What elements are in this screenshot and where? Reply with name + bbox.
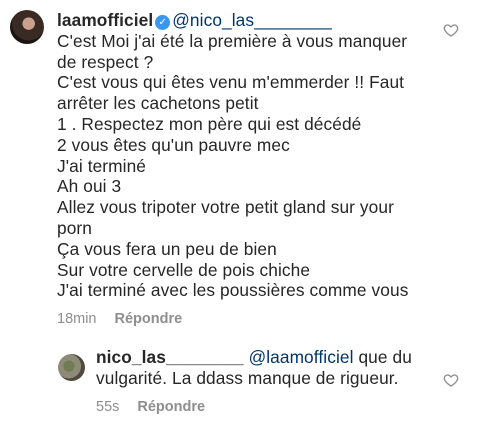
reply-meta: 55s Répondre bbox=[96, 399, 428, 415]
comment-timestamp: 18min bbox=[57, 311, 97, 328]
comment-meta: 18min Répondre bbox=[57, 311, 429, 327]
verified-badge-icon: ✓ bbox=[155, 15, 171, 30]
comment-line: Ah oui 3 bbox=[57, 176, 122, 197]
reply-username[interactable]: nico_las________ bbox=[96, 347, 244, 367]
comment-line: Ça vous fera un peu de bien bbox=[57, 238, 277, 259]
comment-line: Sur votre cervelle de pois chiche bbox=[57, 259, 311, 280]
avatar-laamofficiel[interactable] bbox=[10, 10, 44, 44]
reply-text: nico_las________ @laamofficiel que du vu… bbox=[96, 347, 428, 389]
comment-header: laamofficiel ✓ @nico_las________ bbox=[57, 10, 429, 31]
comment-line: J'ai terminé avec les poussières comme v… bbox=[57, 280, 409, 301]
comment-line: C'est vous qui êtes venu m'emmerder !! F… bbox=[57, 72, 405, 114]
reply-button[interactable]: Répondre bbox=[115, 311, 183, 327]
heart-outline-icon[interactable] bbox=[443, 22, 459, 38]
comment-mention[interactable]: @nico_las________ bbox=[172, 10, 332, 30]
comment-username[interactable]: laamofficiel bbox=[57, 10, 153, 30]
comment-line: C'est Moi j'ai été la première à vous ma… bbox=[57, 30, 408, 72]
reply-body: nico_las________ @laamofficiel que du vu… bbox=[96, 347, 428, 415]
comment-line: 1 . Respectez mon père qui est décédé bbox=[57, 113, 362, 134]
heart-outline-icon[interactable] bbox=[443, 372, 459, 388]
comment-line: J'ai terminé bbox=[57, 155, 147, 176]
reply-mention[interactable]: @laamofficiel bbox=[249, 347, 354, 367]
avatar-nico-las[interactable] bbox=[58, 354, 85, 381]
reply-button[interactable]: Répondre bbox=[137, 399, 205, 415]
comment-body: laamofficiel ✓ @nico_las________ C'est Moi… bbox=[57, 10, 429, 327]
comment-line: Allez vous tripoter votre petit gland su… bbox=[57, 197, 394, 238]
reply-timestamp: 55s bbox=[96, 398, 120, 415]
comment-line: 2 vous êtes qu'un pauvre mec bbox=[57, 134, 290, 155]
